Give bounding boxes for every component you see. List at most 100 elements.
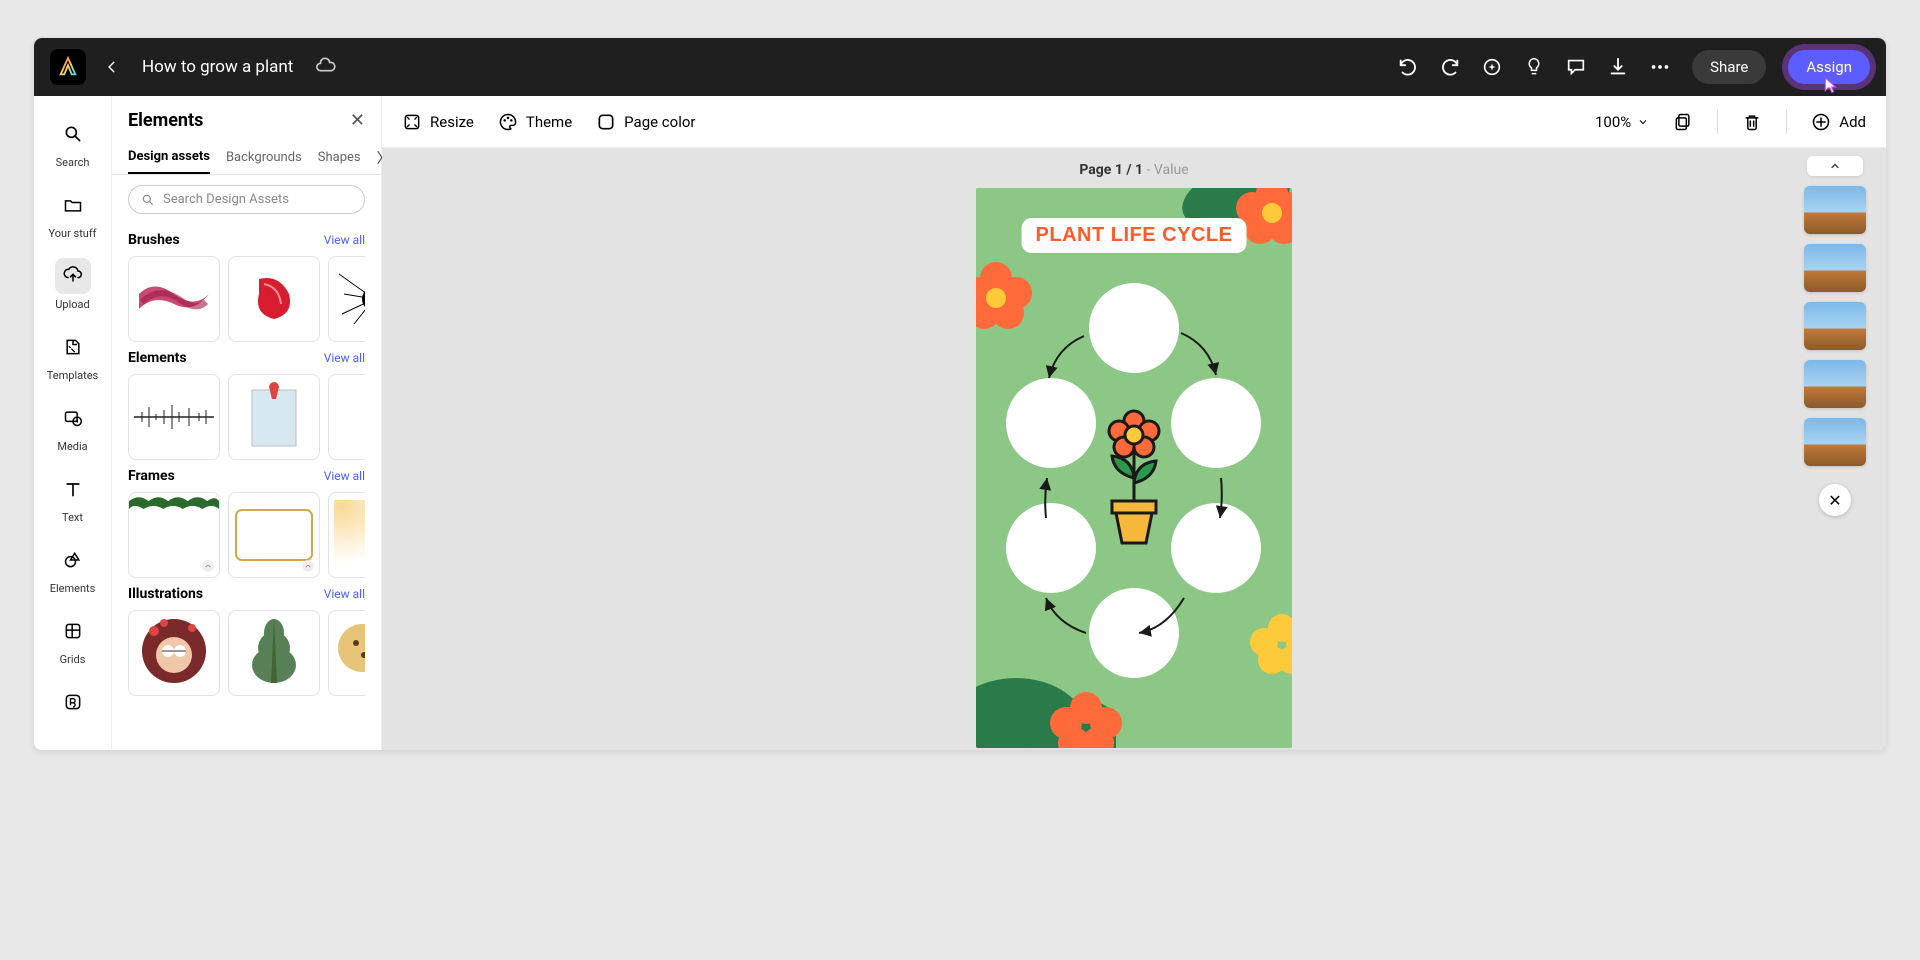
rail-upload[interactable]: Upload	[34, 250, 111, 319]
chevron-down-icon	[1637, 116, 1649, 128]
collapse-thumbnails-button[interactable]	[1807, 156, 1863, 176]
page-thumbnail[interactable]	[1804, 360, 1866, 408]
section-elements: Elements View all	[128, 350, 365, 460]
search-icon	[63, 124, 83, 144]
square-icon	[596, 112, 616, 132]
header-actions	[1396, 55, 1672, 79]
page-color-button[interactable]: Page color	[596, 112, 695, 132]
section-title: Illustrations	[128, 586, 203, 602]
grids-icon	[63, 621, 83, 641]
chevron-left-icon	[105, 60, 119, 74]
resize-icon	[402, 112, 422, 132]
asset-thumb[interactable]	[128, 374, 220, 460]
assign-button[interactable]: Assign	[1788, 50, 1870, 84]
search-assets-input[interactable]: Search Design Assets	[128, 185, 365, 214]
adobe-logo-icon	[57, 56, 79, 78]
tab-backgrounds[interactable]: Backgrounds	[226, 142, 302, 173]
main-area: Resize Theme Page color 100%	[382, 96, 1886, 750]
more-button[interactable]	[1648, 55, 1672, 79]
rail-your-stuff[interactable]: Your stuff	[34, 179, 111, 248]
canvas-area[interactable]: Page 1 / 1 - Value PLAN	[382, 148, 1886, 750]
cursor-pointer-icon	[1818, 76, 1840, 98]
badge-icon	[301, 559, 315, 573]
asset-thumb[interactable]	[328, 610, 365, 696]
media-icon	[63, 408, 83, 428]
elements-panel: Elements ✕ Design assets Backgrounds Sha…	[112, 96, 382, 750]
document-title[interactable]: How to grow a plant	[142, 57, 293, 77]
text-icon	[63, 479, 83, 499]
page-indicator: Page 1 / 1 - Value	[1079, 162, 1188, 178]
page-thumbnail[interactable]	[1804, 186, 1866, 234]
app-logo[interactable]	[50, 49, 86, 85]
ai-button[interactable]	[1480, 55, 1504, 79]
tips-button[interactable]	[1522, 55, 1546, 79]
section-title: Brushes	[128, 232, 180, 248]
asset-thumb[interactable]	[328, 374, 365, 460]
asset-thumb[interactable]	[128, 256, 220, 342]
assign-label: Assign	[1806, 58, 1852, 76]
asset-thumb[interactable]	[228, 492, 320, 578]
page-thumbnail[interactable]	[1804, 302, 1866, 350]
duplicate-icon	[1673, 112, 1693, 132]
panel-title: Elements	[128, 110, 203, 131]
center-flower-icon[interactable]	[1094, 403, 1174, 553]
share-button[interactable]: Share	[1692, 50, 1766, 84]
rail-media[interactable]: Media	[34, 392, 111, 461]
app-window: How to grow a plant Share Assign	[34, 38, 1886, 750]
tab-design-assets[interactable]: Design assets	[128, 141, 210, 174]
contextual-toolbar: Resize Theme Page color 100%	[382, 96, 1886, 148]
trash-icon	[1742, 112, 1762, 132]
chevron-up-icon	[1829, 160, 1841, 172]
asset-thumb[interactable]	[128, 492, 220, 578]
rail-elements[interactable]: Elements	[34, 534, 111, 603]
section-frames: Frames View all	[128, 468, 365, 578]
asset-thumb[interactable]	[328, 492, 365, 578]
resize-button[interactable]: Resize	[402, 112, 474, 132]
badge-icon	[201, 559, 215, 573]
tab-shapes[interactable]: Shapes	[318, 142, 361, 173]
divider	[1786, 110, 1787, 134]
back-button[interactable]	[98, 53, 126, 81]
rail-text[interactable]: Text	[34, 463, 111, 532]
rail-grids[interactable]: Grids	[34, 605, 111, 674]
asset-thumb[interactable]	[128, 610, 220, 696]
section-illustrations: Illustrations View all	[128, 586, 365, 696]
comments-button[interactable]	[1564, 55, 1588, 79]
asset-thumb[interactable]	[328, 256, 365, 342]
rail-templates[interactable]: Templates	[34, 321, 111, 390]
view-all-link[interactable]: View all	[324, 469, 365, 483]
asset-thumb[interactable]	[228, 610, 320, 696]
brand-icon	[63, 692, 83, 712]
section-brushes: Brushes View all	[128, 232, 365, 342]
view-all-link[interactable]: View all	[324, 233, 365, 247]
asset-thumb[interactable]	[228, 256, 320, 342]
close-thumbnails-button[interactable]: ✕	[1819, 484, 1851, 516]
add-page-button[interactable]: Add	[1811, 112, 1866, 132]
duplicate-page-button[interactable]	[1673, 112, 1693, 132]
view-all-link[interactable]: View all	[324, 587, 365, 601]
rail-brands[interactable]	[34, 676, 111, 728]
cloud-sync-icon[interactable]	[315, 56, 337, 78]
canvas-page[interactable]: PLANT LIFE CYCLE	[976, 188, 1292, 748]
artwork-title[interactable]: PLANT LIFE CYCLE	[1022, 218, 1247, 253]
panel-tabs: Design assets Backgrounds Shapes 〉	[112, 141, 381, 175]
panel-close-button[interactable]: ✕	[350, 110, 365, 131]
search-placeholder: Search Design Assets	[163, 192, 289, 207]
plus-circle-icon	[1811, 112, 1831, 132]
search-icon	[141, 193, 155, 207]
page-thumbnail-strip: ✕	[1804, 156, 1866, 516]
asset-thumb[interactable]	[228, 374, 320, 460]
header-bar: How to grow a plant Share Assign	[34, 38, 1886, 96]
page-thumbnail[interactable]	[1804, 244, 1866, 292]
rail-search[interactable]: Search	[34, 108, 111, 177]
page-thumbnail[interactable]	[1804, 418, 1866, 466]
view-all-link[interactable]: View all	[324, 351, 365, 365]
delete-page-button[interactable]	[1742, 112, 1762, 132]
section-title: Elements	[128, 350, 187, 366]
redo-button[interactable]	[1438, 55, 1462, 79]
download-button[interactable]	[1606, 55, 1630, 79]
theme-button[interactable]: Theme	[498, 112, 572, 132]
zoom-dropdown[interactable]: 100%	[1595, 113, 1649, 131]
shapes-icon	[63, 550, 83, 570]
undo-button[interactable]	[1396, 55, 1420, 79]
